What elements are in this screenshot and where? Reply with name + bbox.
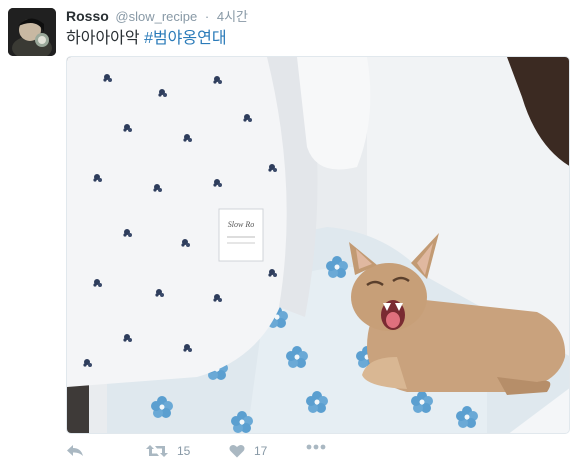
reply-icon	[67, 445, 83, 456]
heart-icon	[229, 444, 245, 458]
hashtag-link[interactable]: #범야옹연대	[144, 30, 227, 47]
retweet-count: 15	[177, 444, 191, 458]
more-button[interactable]	[306, 444, 326, 450]
user-handle[interactable]: @slow_recipe	[115, 9, 197, 24]
tweet-text-plain: 하아아아악	[66, 30, 140, 47]
tweet-text: 하아아아악 #범야옹연대	[66, 24, 227, 48]
more-icon	[306, 444, 326, 450]
timestamp[interactable]: 4시간	[217, 9, 248, 24]
avatar-image	[8, 8, 56, 56]
display-name[interactable]: Rosso	[66, 8, 109, 24]
retweet-button[interactable]: 15	[146, 444, 190, 458]
garment-label-text: Slow Ro	[228, 220, 254, 229]
separator-dot: ·	[204, 9, 210, 24]
reply-button[interactable]	[66, 444, 84, 458]
like-count: 17	[254, 444, 268, 458]
avatar[interactable]	[8, 8, 56, 56]
tweet-photo[interactable]: Slow Ro	[66, 56, 570, 434]
retweet-icon	[146, 445, 168, 457]
like-button[interactable]: 17	[229, 444, 267, 458]
tweet-actions: 15 17	[66, 444, 366, 464]
tweet-header: Rosso @slow_recipe · 4시간	[66, 6, 248, 25]
